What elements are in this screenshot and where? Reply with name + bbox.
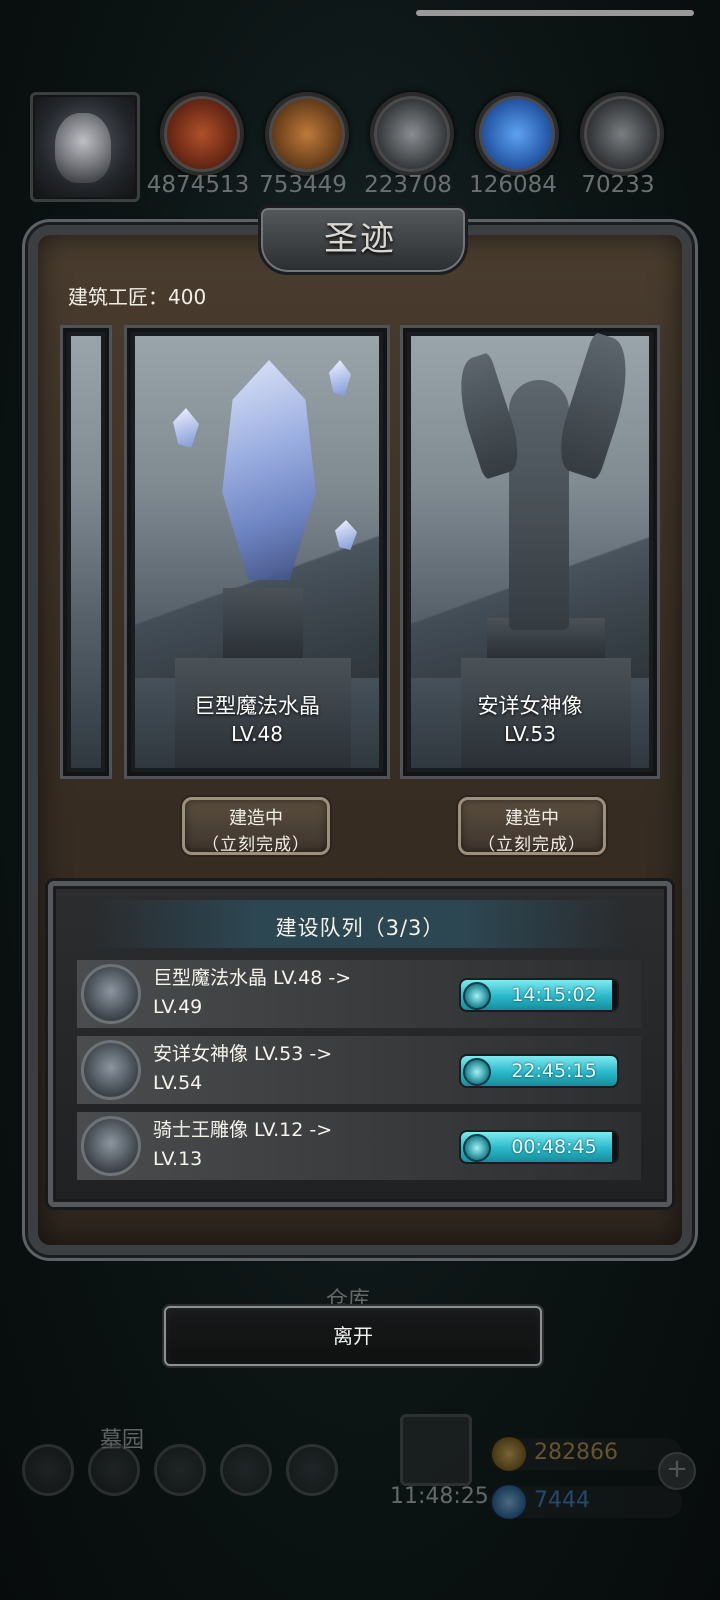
building-level: LV.53 (504, 722, 556, 746)
building-carousel[interactable]: 巨型魔法水晶 LV.48 安详女神像 LV.53 (60, 325, 660, 779)
bag-icon[interactable] (286, 1444, 338, 1496)
crystal-icon (81, 964, 141, 1024)
clock-icon (463, 1058, 491, 1086)
leave-button[interactable]: 离开 (164, 1306, 542, 1366)
player-avatar[interactable] (30, 92, 140, 202)
sanctuary-panel: 圣迹 建筑工匠：400 巨型魔法水晶 LV.48 安详女神像 LV.53 建造中… (28, 205, 692, 1265)
clock-icon (463, 1134, 491, 1162)
build-timer[interactable]: 14:15:02 (459, 978, 619, 1012)
building-card-partial[interactable] (60, 325, 112, 779)
iron-icon[interactable] (580, 92, 664, 176)
avatar-portrait (55, 113, 111, 183)
building-art (71, 336, 101, 768)
gem-value: 7444 (534, 1488, 590, 1513)
instant-complete-button[interactable]: 建造中 （立刻完成） (458, 797, 606, 855)
statue-icon-art (509, 380, 569, 630)
meat-icon[interactable] (160, 92, 244, 176)
building-card-goddess[interactable]: 安详女神像 LV.53 (400, 325, 660, 779)
queue-row[interactable]: 骑士王雕像 LV.12 -> LV.13 00:48:45 (77, 1112, 641, 1180)
building-name: 巨型魔法水晶 (194, 694, 320, 718)
craftsman-count: 建筑工匠：400 (68, 285, 207, 309)
iron-value: 70233 (581, 172, 655, 198)
gem-icon (492, 1485, 526, 1519)
mail-icon[interactable] (220, 1444, 272, 1496)
gift-icon[interactable] (400, 1414, 472, 1486)
timer-text: 22:45:15 (511, 1060, 597, 1082)
goddess-building-art: 安详女神像 LV.53 (411, 331, 649, 768)
meat-value: 4874513 (146, 172, 250, 198)
crystal-building-art: 巨型魔法水晶 LV.48 (135, 336, 379, 768)
crystal-icon[interactable] (475, 92, 559, 176)
building-card-crystal[interactable]: 巨型魔法水晶 LV.48 (124, 325, 390, 779)
build-timer[interactable]: 22:45:15 (459, 1054, 619, 1088)
queue-item-text: 巨型魔法水晶 LV.48 -> LV.49 (153, 967, 352, 1018)
add-currency-button[interactable]: + (658, 1452, 696, 1490)
building-level: LV.48 (231, 722, 283, 746)
crystal-value: 126084 (469, 172, 557, 198)
stone-value: 223708 (364, 172, 452, 198)
achievement-icon[interactable] (88, 1444, 140, 1496)
guild-icon[interactable] (154, 1444, 206, 1496)
build-timer[interactable]: 00:48:45 (459, 1130, 619, 1164)
queue-row[interactable]: 安详女神像 LV.53 -> LV.54 22:45:15 (77, 1036, 641, 1104)
timer-text: 00:48:45 (511, 1136, 597, 1158)
clock-icon (463, 982, 491, 1010)
queue-title: 建设队列（3/3） (275, 916, 445, 940)
queue-item-text: 安详女神像 LV.53 -> LV.54 (153, 1043, 333, 1094)
angel-statue-icon (81, 1040, 141, 1100)
panel-title: 圣迹 (324, 219, 396, 259)
build-queue: 建设队列（3/3） 巨型魔法水晶 LV.48 -> LV.49 14:15:02… (48, 881, 672, 1207)
gold-value: 282866 (534, 1440, 618, 1465)
stone-icon[interactable] (370, 92, 454, 176)
clock-text: 11:48:25 (390, 1484, 489, 1509)
queue-row[interactable]: 巨型魔法水晶 LV.48 -> LV.49 14:15:02 (77, 960, 641, 1028)
timer-text: 14:15:02 (511, 984, 597, 1006)
gold-icon (492, 1437, 526, 1471)
wood-icon[interactable] (265, 92, 349, 176)
knight-statue-icon (81, 1116, 141, 1176)
instant-complete-button[interactable]: 建造中 （立刻完成） (182, 797, 330, 855)
building-name: 安详女神像 (477, 694, 583, 718)
status-pill (416, 10, 694, 16)
queue-item-text: 骑士王雕像 LV.12 -> LV.13 (153, 1119, 333, 1170)
wood-value: 753449 (259, 172, 347, 198)
settings-icon[interactable] (22, 1444, 74, 1496)
